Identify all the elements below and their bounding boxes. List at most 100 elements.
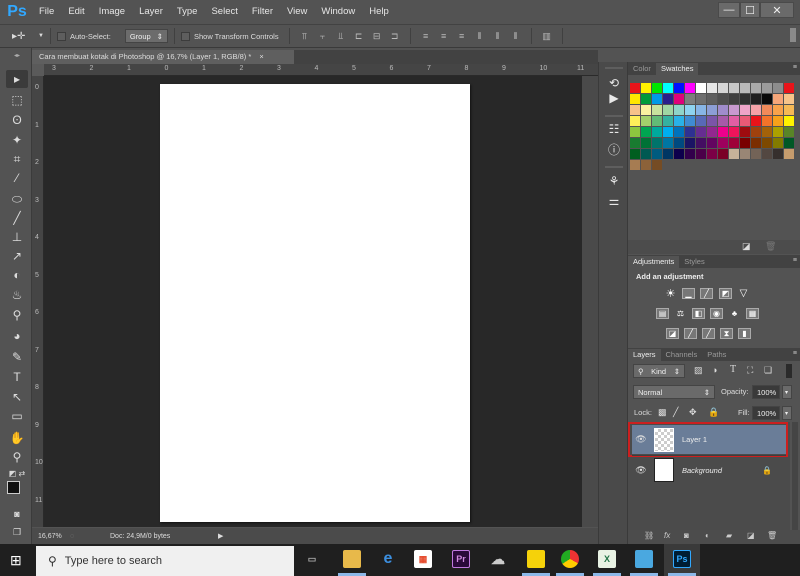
menu-type[interactable]: Type [170, 0, 205, 24]
swatch[interactable] [784, 127, 794, 137]
swatch[interactable] [773, 127, 783, 137]
swatch[interactable] [685, 105, 695, 115]
dock-grip[interactable] [605, 67, 623, 69]
swatch[interactable] [707, 127, 717, 137]
cloud-app-icon[interactable]: ☁ [489, 550, 507, 568]
swatch[interactable] [773, 105, 783, 115]
swatch[interactable] [663, 116, 673, 126]
actions-panel-icon[interactable]: ▶ [604, 89, 624, 107]
menu-window[interactable]: Window [314, 0, 362, 24]
paint-bucket-tool-icon[interactable]: ♨ [6, 286, 28, 304]
new-adjustment-layer-icon[interactable]: ◐ [705, 531, 710, 540]
add-mask-icon[interactable]: ◙ [684, 531, 689, 540]
color-balance-icon[interactable]: ⚖ [674, 308, 687, 319]
swatch[interactable] [630, 94, 640, 104]
minimize-button[interactable]: — [718, 2, 740, 18]
swatch[interactable] [696, 149, 706, 159]
swatch[interactable] [751, 83, 761, 93]
swatch[interactable] [762, 83, 772, 93]
black-white-icon[interactable]: ◧ [692, 308, 705, 319]
menu-layer[interactable]: Layer [132, 0, 170, 24]
swatch[interactable] [641, 94, 651, 104]
opacity-input[interactable]: 100% [752, 385, 780, 399]
maximize-button[interactable]: ☐ [740, 2, 760, 18]
layer-style-icon[interactable]: fx [664, 531, 670, 540]
tab-adjustments[interactable]: Adjustments [628, 256, 680, 268]
swatch[interactable] [729, 105, 739, 115]
swatch[interactable] [630, 116, 640, 126]
swatch[interactable] [751, 127, 761, 137]
swatch[interactable] [751, 94, 761, 104]
status-menu-arrow-icon[interactable]: ▶ [218, 532, 223, 540]
swatch[interactable] [762, 127, 772, 137]
swatch[interactable] [696, 138, 706, 148]
filter-toggle[interactable] [786, 364, 792, 378]
swatch[interactable] [707, 105, 717, 115]
swatch[interactable] [641, 160, 651, 170]
swatch[interactable] [729, 83, 739, 93]
swatch[interactable] [652, 138, 662, 148]
swatch[interactable] [652, 149, 662, 159]
distribute-left-icon[interactable]: ⫴ [473, 30, 487, 42]
blur-tool-icon[interactable]: ⚲ [6, 306, 28, 324]
swatch[interactable] [740, 127, 750, 137]
lock-transparent-icon[interactable]: ▩ [658, 407, 667, 418]
swatch[interactable] [652, 83, 662, 93]
start-button-icon[interactable]: ⊞ [10, 552, 22, 569]
photoshop-taskbar-icon[interactable]: Ps [673, 550, 691, 568]
swatch[interactable] [663, 94, 673, 104]
channel-mixer-icon[interactable]: ♣ [728, 308, 741, 319]
tab-color[interactable]: Color [628, 63, 656, 75]
swatch[interactable] [773, 83, 783, 93]
swatch[interactable] [652, 116, 662, 126]
swatch[interactable] [630, 160, 640, 170]
close-document-icon[interactable]: × [259, 52, 263, 61]
swatch[interactable] [663, 105, 673, 115]
task-view-icon[interactable]: ▭ [303, 550, 321, 568]
swatch[interactable] [685, 94, 695, 104]
swatch[interactable] [674, 105, 684, 115]
swatch[interactable] [740, 116, 750, 126]
swatch[interactable] [784, 138, 794, 148]
fill-input[interactable]: 100% [752, 406, 780, 420]
delete-swatch-icon[interactable]: 🗑 [765, 241, 776, 252]
swatch[interactable] [729, 94, 739, 104]
auto-align-icon[interactable]: ▥ [540, 30, 554, 42]
photo-filter-icon[interactable]: ◉ [710, 308, 723, 319]
swatch[interactable] [630, 83, 640, 93]
move-tool-preset-icon[interactable]: ▸✛ [12, 31, 38, 42]
taskbar-search-box[interactable]: ⚲ Type here to search [36, 546, 294, 576]
swatch[interactable] [718, 127, 728, 137]
zoom-level[interactable]: 16,67% [38, 533, 70, 540]
swatch[interactable] [773, 149, 783, 159]
swap-colors-icon[interactable]: ◩ ⇄ [6, 464, 28, 482]
swatch[interactable] [641, 149, 651, 159]
swatch[interactable] [740, 94, 750, 104]
clone-stamp-tool-icon[interactable]: ⊥ [6, 228, 28, 246]
crop-tool-icon[interactable]: ⌗ [6, 150, 28, 168]
brush-panel-icon[interactable]: ⚌ [604, 192, 624, 210]
align-vcenter-icon[interactable]: ⫟ [316, 30, 330, 42]
align-bottom-icon[interactable]: ⫫ [334, 30, 348, 42]
quick-mask-icon[interactable]: ◙ [6, 505, 28, 523]
swatch[interactable] [652, 160, 662, 170]
dock-grip[interactable] [605, 166, 623, 168]
premiere-icon[interactable]: Pr [452, 550, 470, 568]
swatch[interactable] [652, 105, 662, 115]
chrome-icon[interactable] [561, 550, 579, 568]
distribute-hcenter-icon[interactable]: ⫴ [491, 30, 505, 42]
swatch[interactable] [751, 149, 761, 159]
swatch[interactable] [729, 116, 739, 126]
lock-image-icon[interactable]: ╱ [673, 407, 678, 418]
swatch[interactable] [729, 149, 739, 159]
distribute-vcenter-icon[interactable]: ≡ [437, 30, 451, 42]
excel-icon[interactable]: X [598, 550, 616, 568]
invert-icon[interactable]: ◪ [666, 328, 679, 339]
swatch[interactable] [696, 105, 706, 115]
healing-brush-tool-icon[interactable]: ⬭ [6, 190, 28, 208]
tab-layers[interactable]: Layers [628, 349, 661, 361]
blend-mode-dropdown[interactable]: Normal ⇕ [633, 385, 715, 399]
swatch[interactable] [784, 116, 794, 126]
brightness-contrast-icon[interactable]: ☀ [664, 288, 677, 300]
menu-edit[interactable]: Edit [61, 0, 91, 24]
